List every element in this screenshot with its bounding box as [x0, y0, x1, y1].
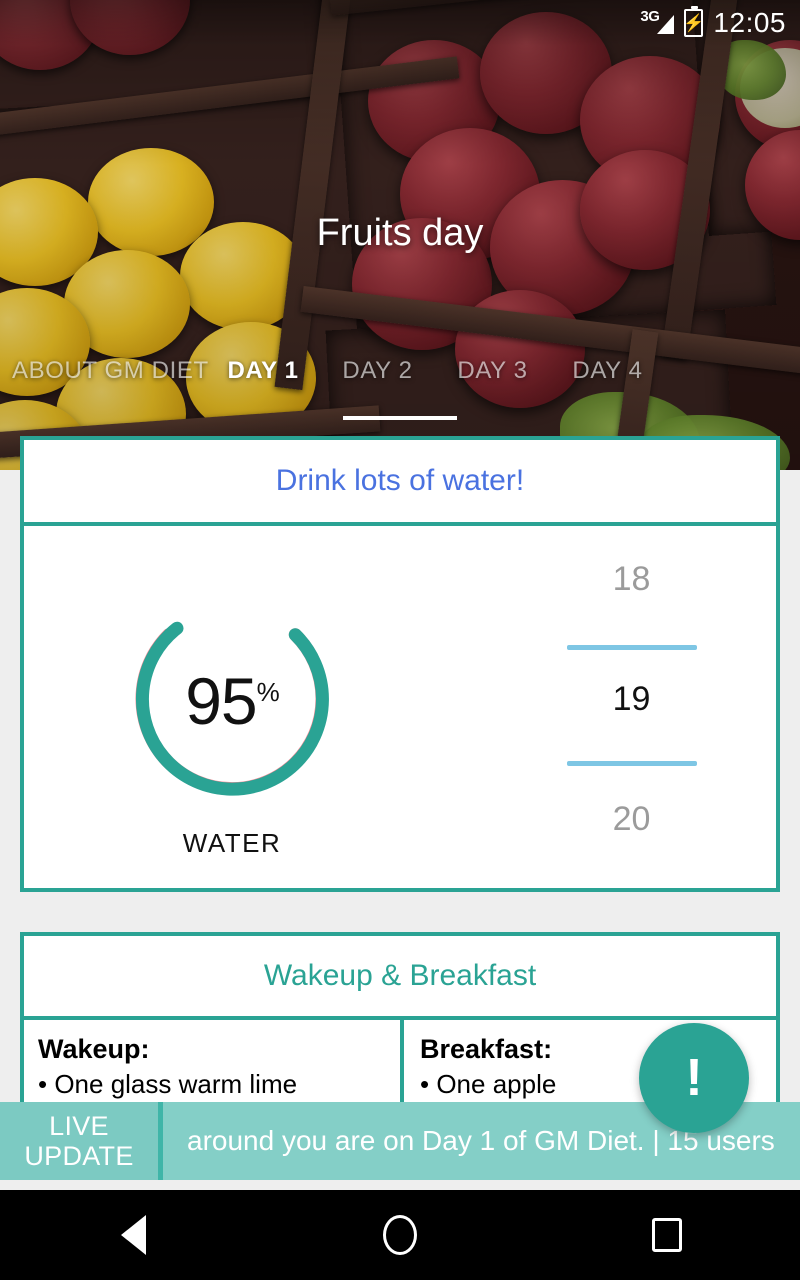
charging-bolt-icon: ⚡: [683, 13, 705, 33]
home-button[interactable]: [355, 1190, 445, 1280]
water-gauge-value: 95%: [112, 663, 352, 739]
signal-icon: 3G: [640, 8, 675, 38]
water-card-header: Drink lots of water!: [24, 440, 776, 526]
tab-day-1[interactable]: DAY 1: [206, 357, 320, 385]
picker-divider-bottom: [567, 761, 697, 766]
tab-about-gm-diet[interactable]: ABOUT GM DIET: [0, 357, 208, 385]
meal-card-header: Wakeup & Breakfast: [24, 936, 776, 1020]
water-card-body: 95% WATER 18 19 20: [24, 526, 776, 888]
exclamation-icon-fab[interactable]: !: [639, 1023, 749, 1133]
wakeup-item: • One glass warm lime: [38, 1069, 298, 1099]
live-update-label: LIVE UPDATE: [0, 1102, 163, 1180]
water-card: Drink lots of water! 95% WATER 18 19 20: [20, 436, 780, 892]
picker-divider-top: [567, 645, 697, 650]
picker-selected-value[interactable]: 19: [524, 680, 739, 719]
active-tab-indicator: [343, 416, 457, 420]
tab-day-4[interactable]: DAY 4: [550, 357, 665, 385]
wakeup-heading: Wakeup:: [38, 1034, 150, 1064]
meal-card-title: Wakeup & Breakfast: [263, 959, 537, 992]
android-navigation-bar: [0, 1190, 800, 1280]
live-update-label-line2: UPDATE: [24, 1141, 134, 1171]
recents-button[interactable]: [622, 1190, 712, 1280]
battery-charging-icon: ⚡: [683, 6, 705, 37]
home-circle-icon: [382, 1215, 417, 1255]
water-gauge-label: WATER: [182, 828, 282, 858]
picker-previous-value[interactable]: 18: [524, 560, 739, 599]
tab-day-2[interactable]: DAY 2: [320, 357, 435, 385]
water-gauge[interactable]: 95% WATER: [112, 578, 352, 858]
app-screen: 3G ⚡ 12:05 Fruits day ABOUT GM DIET DAY …: [0, 0, 800, 1280]
water-number-picker[interactable]: 18 19 20: [524, 546, 739, 866]
page-title: Fruits day: [316, 212, 484, 254]
exclamation-icon: !: [685, 1049, 703, 1107]
picker-next-value[interactable]: 20: [524, 800, 739, 839]
status-bar-clock: 12:05: [713, 7, 786, 38]
back-button[interactable]: [88, 1190, 178, 1280]
tab-bar[interactable]: ABOUT GM DIET DAY 1 DAY 2 DAY 3 DAY 4: [0, 348, 800, 394]
signal-bars-icon: [657, 15, 675, 34]
water-card-title: Drink lots of water!: [275, 464, 525, 497]
live-update-label-line1: LIVE: [49, 1110, 109, 1141]
recents-square-icon: [651, 1218, 682, 1252]
back-triangle-icon: [120, 1215, 146, 1255]
water-percent-sign: %: [256, 677, 280, 707]
status-bar: 3G ⚡ 12:05: [0, 0, 800, 46]
tab-day-3[interactable]: DAY 3: [435, 357, 550, 385]
water-percent-number: 95: [185, 664, 257, 738]
